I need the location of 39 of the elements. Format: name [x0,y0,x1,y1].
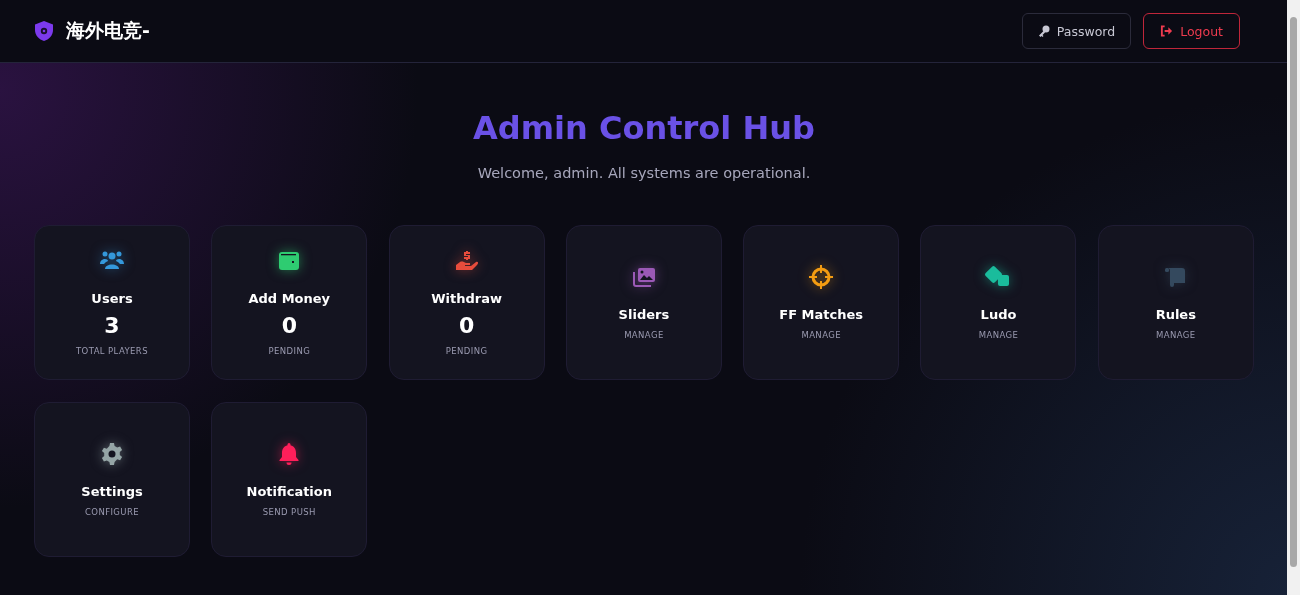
dashboard-card[interactable]: Users 3 TOTAL PLAYERS [34,225,190,380]
key-icon [1037,25,1050,37]
card-title: Users [91,291,133,306]
dashboard-card[interactable]: FF Matches MANAGE [743,225,900,380]
card-caption: MANAGE [624,330,664,340]
card-caption: SEND PUSH [262,507,316,517]
dashboard-card[interactable]: Rules MANAGE [1097,225,1254,380]
stat-value: 3 [104,313,120,338]
stat-value: 0 [281,313,297,338]
password-button[interactable]: Password [1021,13,1132,49]
card-caption: PENDING [445,346,488,356]
card-caption: TOTAL PLAYERS [76,346,148,356]
card-title: Sliders [618,307,670,322]
logout-icon [1160,25,1174,37]
card-title: Rules [1155,307,1196,322]
card-caption: MANAGE [978,330,1019,340]
card-title: Withdraw [431,291,502,306]
shield-icon [34,20,54,42]
brand-title: 海外电竞- [66,18,150,43]
scrollbar[interactable] [1287,0,1300,595]
logout-button[interactable]: Logout [1143,13,1240,49]
dashboard-card[interactable]: Sliders MANAGE [565,225,722,380]
card-title: Ludo [980,307,1017,322]
card-title: Settings [81,484,143,499]
card-caption: MANAGE [801,330,841,340]
card-title: Notification [246,484,332,499]
page-title: Admin Control Hub [473,109,815,147]
card-caption: MANAGE [1156,330,1196,340]
dashboard-card[interactable]: Notification SEND PUSH [211,402,368,557]
welcome-text: Welcome, admin. All systems are operational. [477,165,811,181]
stat-value: 0 [458,313,475,338]
dashboard-card[interactable]: Add Money 0 PENDING [211,225,368,380]
card-title: Add Money [248,291,331,306]
card-caption: PENDING [268,346,311,356]
card-title: FF Matches [779,307,864,322]
dashboard-card[interactable]: Ludo MANAGE [920,225,1077,380]
card-caption: CONFIGURE [84,507,140,517]
dashboard-card[interactable]: Settings CONFIGURE [34,402,190,557]
dashboard-card[interactable]: Withdraw 0 PENDING [388,225,545,380]
